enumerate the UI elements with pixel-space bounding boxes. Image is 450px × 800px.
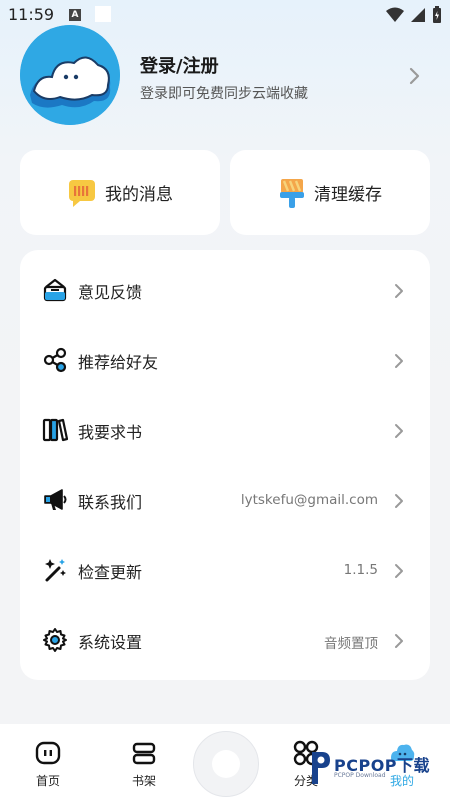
chevron-right-icon [395, 564, 403, 578]
broom-icon [280, 178, 304, 208]
avatar[interactable] [20, 25, 120, 125]
tab-bookshelf[interactable]: 书架 [114, 740, 174, 789]
menu-label: 联系我们 [78, 493, 143, 512]
menu-item-contact-us[interactable]: 联系我们 lytskefu@gmail.com [20, 465, 430, 535]
system-icons [386, 6, 442, 24]
chevron-right-icon [395, 284, 403, 298]
chevron-right-icon [395, 634, 403, 648]
menu-label: 意见反馈 [78, 283, 143, 302]
play-button-inner [212, 750, 240, 778]
tab-label: 书架 [131, 774, 156, 788]
menu-item-feedback[interactable]: 意见反馈 [20, 255, 430, 325]
chevron-right-icon [395, 424, 403, 438]
watermark-logo-icon [312, 752, 330, 784]
watermark-subtext: PCPOP Download [334, 772, 386, 779]
megaphone-icon [44, 489, 67, 510]
my-messages-label: 我的消息 [105, 185, 173, 205]
feedback-icon [43, 278, 67, 302]
share-icon [43, 347, 67, 373]
my-messages-card[interactable]: 我的消息 [20, 150, 220, 235]
contact-email: lytskefu@gmail.com [240, 492, 378, 508]
message-icon [69, 179, 95, 207]
menu-label: 系统设置 [78, 633, 143, 652]
battery-icon [433, 6, 441, 23]
center-play-button[interactable] [193, 731, 259, 797]
settings-value: 音频置顶 [324, 636, 378, 652]
app-version: 1.1.5 [343, 562, 378, 578]
magic-wand-icon [45, 559, 66, 582]
tab-label: 首页 [35, 774, 60, 788]
menu-item-recommend[interactable]: 推荐给好友 [20, 325, 430, 395]
chevron-right-icon [395, 494, 403, 508]
signal-icon [411, 8, 425, 22]
login-register-title[interactable]: 登录/注册 [140, 52, 219, 78]
clear-cache-card[interactable]: 清理缓存 [230, 150, 430, 235]
menu-item-request-book[interactable]: 我要求书 [20, 395, 430, 465]
clear-cache-label: 清理缓存 [314, 185, 382, 205]
menu-item-check-update[interactable]: 检查更新 1.1.5 [20, 535, 430, 605]
bookshelf-icon [132, 742, 156, 765]
menu-label: 我要求书 [78, 423, 143, 442]
notification-icon [95, 6, 111, 22]
chevron-right-icon [395, 354, 403, 368]
menu-item-system-settings[interactable]: 系统设置 音频置顶 [20, 605, 430, 675]
menu-label: 推荐给好友 [78, 353, 159, 372]
wifi-icon [386, 7, 404, 22]
home-icon [35, 741, 61, 765]
tab-home[interactable]: 首页 [18, 740, 78, 789]
watermark: PCPOP下载 PCPOP Download [308, 742, 450, 798]
menu-label: 检查更新 [78, 563, 143, 582]
profile-chevron-right-icon[interactable] [408, 67, 422, 85]
notification-a-icon: A [69, 9, 81, 21]
books-icon [42, 418, 68, 442]
login-subtitle: 登录即可免费同步云端收藏 [140, 86, 308, 102]
status-time: 11:59 [8, 5, 55, 24]
cloud-mascot-icon [20, 25, 120, 125]
gear-icon [43, 628, 67, 652]
settings-menu: 意见反馈 推荐给好友 我要求书 联系我们 lytskefu@gmail.com … [20, 250, 430, 680]
